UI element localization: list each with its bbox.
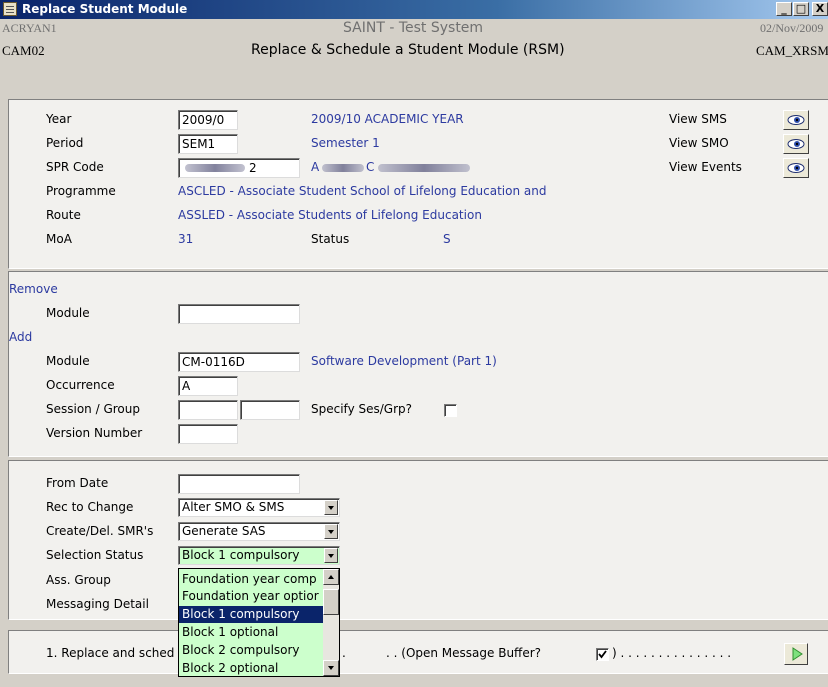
play-arrow-icon bbox=[792, 647, 803, 661]
dropdown-option[interactable]: Block 2 compulsory bbox=[179, 642, 326, 659]
app-icon bbox=[3, 2, 17, 16]
eye-icon bbox=[787, 163, 805, 173]
header-user: ACRYAN1 bbox=[2, 21, 57, 35]
dropdown-option[interactable]: Foundation year comp bbox=[179, 571, 326, 588]
create-del-smr-select[interactable]: Generate SAS bbox=[178, 522, 340, 541]
year-description: 2009/10 ACADEMIC YEAR bbox=[311, 112, 464, 126]
dropdown-option[interactable]: Block 2 optional bbox=[179, 660, 326, 676]
remove-module-field[interactable] bbox=[178, 304, 300, 324]
close-button[interactable]: X bbox=[812, 2, 828, 16]
from-date-label: From Date bbox=[46, 476, 109, 490]
spr-desc-mid: C bbox=[366, 160, 375, 174]
window-title: Replace Student Module bbox=[22, 2, 188, 16]
year-field[interactable]: 2009/0 bbox=[178, 110, 238, 130]
redacted-text bbox=[185, 164, 245, 172]
eye-icon bbox=[787, 115, 805, 125]
minimize-button[interactable]: _ bbox=[776, 2, 792, 16]
remove-module-label: Module bbox=[46, 306, 90, 320]
spr-code-field[interactable]: 2 bbox=[178, 158, 300, 178]
chevron-down-icon[interactable] bbox=[324, 500, 338, 515]
spr-desc-initial: A bbox=[311, 160, 320, 174]
header-screen-code: CAM02 bbox=[2, 43, 45, 58]
add-module-description: Software Development (Part 1) bbox=[311, 354, 497, 368]
year-label: Year bbox=[46, 112, 72, 126]
selection-status-value: Block 1 compulsory bbox=[182, 548, 300, 562]
message-buffer-label: . . (Open Message Buffer? bbox=[386, 646, 542, 660]
occurrence-label: Occurrence bbox=[46, 378, 115, 392]
action-text: 1. Replace and sched bbox=[46, 646, 175, 660]
dropdown-option[interactable]: Block 1 optional bbox=[179, 624, 326, 641]
spr-code-label: SPR Code bbox=[46, 160, 104, 174]
add-module-field[interactable]: CM-0116D bbox=[178, 352, 300, 372]
version-number-field[interactable] bbox=[178, 424, 238, 444]
maximize-button[interactable]: □ bbox=[793, 2, 809, 16]
checkmark-icon bbox=[598, 650, 607, 659]
add-module-label: Module bbox=[46, 354, 90, 368]
selection-status-select[interactable]: Block 1 compulsory bbox=[178, 546, 340, 565]
specify-ses-grp-checkbox[interactable] bbox=[444, 404, 457, 417]
down-arrow-icon bbox=[328, 666, 334, 670]
moa-label: MoA bbox=[46, 232, 72, 246]
rec-to-change-label: Rec to Change bbox=[46, 500, 134, 514]
add-section-label: Add bbox=[9, 330, 33, 344]
remove-section-label: Remove bbox=[9, 282, 58, 296]
header-system: SAINT - Test System bbox=[343, 20, 484, 36]
from-date-field[interactable] bbox=[178, 474, 300, 494]
period-description: Semester 1 bbox=[311, 136, 380, 150]
messaging-detail-label: Messaging Detail bbox=[46, 597, 149, 611]
header-row-2: CAM02 Replace & Schedule a Student Modul… bbox=[0, 39, 828, 63]
create-del-smr-label: Create/Del. SMR's bbox=[46, 524, 154, 538]
scroll-down-button[interactable] bbox=[323, 660, 339, 676]
version-number-label: Version Number bbox=[46, 426, 143, 440]
create-del-smr-value: Generate SAS bbox=[182, 524, 266, 538]
header-screen-title: Replace & Schedule a Student Module (RSM… bbox=[251, 42, 565, 58]
scroll-up-button[interactable] bbox=[323, 569, 339, 585]
chevron-down-icon[interactable] bbox=[324, 524, 338, 539]
route-label: Route bbox=[46, 208, 81, 222]
redacted-text bbox=[322, 164, 364, 172]
dropdown-option-selected[interactable]: Block 1 compulsory bbox=[179, 606, 326, 623]
selection-status-label: Selection Status bbox=[46, 548, 144, 562]
rec-to-change-select[interactable]: Alter SMO & SMS bbox=[178, 498, 340, 517]
view-smo-label: View SMO bbox=[669, 136, 729, 150]
ass-group-label: Ass. Group bbox=[46, 573, 111, 587]
options-panel bbox=[8, 460, 828, 620]
session-field[interactable] bbox=[178, 400, 238, 420]
header-screen-id: CAM_XRSM bbox=[756, 43, 828, 58]
programme-label: Programme bbox=[46, 184, 116, 198]
occurrence-field[interactable]: A bbox=[178, 376, 238, 396]
group-field[interactable] bbox=[240, 400, 300, 420]
period-field[interactable]: SEM1 bbox=[178, 134, 238, 154]
action-dots: ) . . . . . . . . . . . . . . . bbox=[612, 646, 732, 660]
chevron-down-icon[interactable] bbox=[324, 548, 338, 563]
moa-value: 31 bbox=[178, 232, 194, 246]
status-label: Status bbox=[311, 232, 350, 246]
status-value: S bbox=[443, 232, 451, 246]
scroll-thumb[interactable] bbox=[323, 589, 339, 615]
session-group-label: Session / Group bbox=[46, 402, 140, 416]
dropdown-option[interactable]: Foundation year optior bbox=[179, 588, 326, 605]
window-titlebar[interactable]: Replace Student Module _ □ X bbox=[0, 0, 828, 19]
specify-ses-grp-label: Specify Ses/Grp? bbox=[311, 402, 412, 416]
view-smo-button[interactable] bbox=[783, 134, 809, 154]
view-sms-label: View SMS bbox=[669, 112, 727, 126]
eye-icon bbox=[787, 139, 805, 149]
view-events-label: View Events bbox=[669, 160, 742, 174]
programme-value: ASCLED - Associate Student School of Lif… bbox=[178, 184, 547, 198]
view-sms-button[interactable] bbox=[783, 110, 809, 130]
up-arrow-icon bbox=[328, 575, 334, 579]
message-buffer-checkbox[interactable] bbox=[596, 648, 609, 661]
selection-status-dropdown[interactable]: Foundation year comp Foundation year opt… bbox=[178, 568, 340, 677]
view-events-button[interactable] bbox=[783, 158, 809, 178]
spr-code-suffix: 2 bbox=[249, 161, 257, 175]
header-date: 02/Nov/2009 bbox=[760, 21, 824, 35]
route-value: ASSLED - Associate Students of Lifelong … bbox=[178, 208, 482, 222]
run-action-button[interactable] bbox=[784, 643, 808, 665]
redacted-text bbox=[378, 164, 470, 172]
period-label: Period bbox=[46, 136, 84, 150]
header-row-1: ACRYAN1 SAINT - Test System 02/Nov/2009 bbox=[0, 19, 828, 39]
dropdown-scrollbar[interactable] bbox=[323, 569, 339, 676]
action-text-tail: . bbox=[342, 646, 346, 660]
rec-to-change-value: Alter SMO & SMS bbox=[182, 500, 285, 514]
